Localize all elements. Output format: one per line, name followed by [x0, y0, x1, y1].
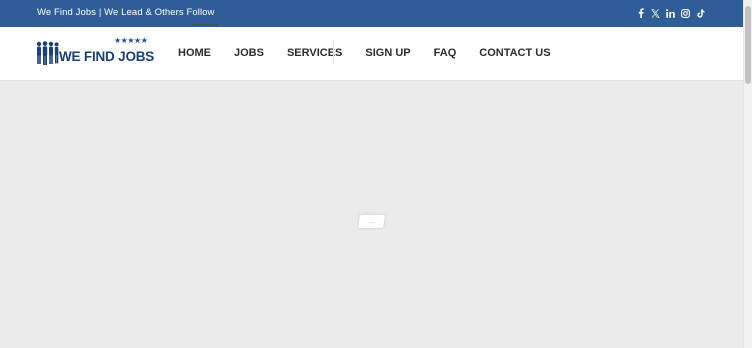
nav-item-faq[interactable]: FAQ [434, 47, 457, 59]
nav-menu: HOME JOBS SERVICES SIGN UP FAQ CONTACT U… [178, 47, 551, 59]
loader-dots: ... [368, 218, 375, 225]
logo-stars: ★★★★★ [114, 36, 148, 45]
nav-item-jobs[interactable]: JOBS [234, 47, 264, 59]
facebook-icon[interactable] [636, 8, 645, 19]
page-scrollbar[interactable] [743, 0, 752, 348]
nav-divider [333, 39, 334, 65]
nav-item-services[interactable]: SERVICES [287, 47, 342, 59]
page-content-loading: ... [0, 81, 744, 348]
tagline-divider [192, 24, 218, 26]
nav-item-home[interactable]: HOME [178, 47, 211, 59]
scrollbar-thumb[interactable] [745, 6, 751, 84]
instagram-icon[interactable] [681, 8, 690, 19]
logo-text: WE FIND JOBS [59, 49, 155, 64]
loading-indicator: ... [358, 215, 385, 228]
nav-item-sign-up[interactable]: SIGN UP [365, 47, 410, 59]
nav-item-contact-us[interactable]: CONTACT US [479, 47, 550, 59]
x-twitter-icon[interactable] [651, 8, 660, 19]
top-bar: We Find Jobs | We Lead & Others Follow [0, 0, 744, 27]
linkedin-icon[interactable] [666, 8, 675, 19]
social-links [636, 6, 705, 20]
site-tagline: We Find Jobs | We Lead & Others Follow [37, 7, 215, 18]
site-logo[interactable]: WE FIND JOBS ★★★★★ [36, 36, 155, 71]
people-silhouette-icon [36, 41, 59, 65]
main-navbar: WE FIND JOBS ★★★★★ HOME JOBS SERVICES SI… [0, 27, 744, 81]
tiktok-icon[interactable] [696, 8, 705, 19]
